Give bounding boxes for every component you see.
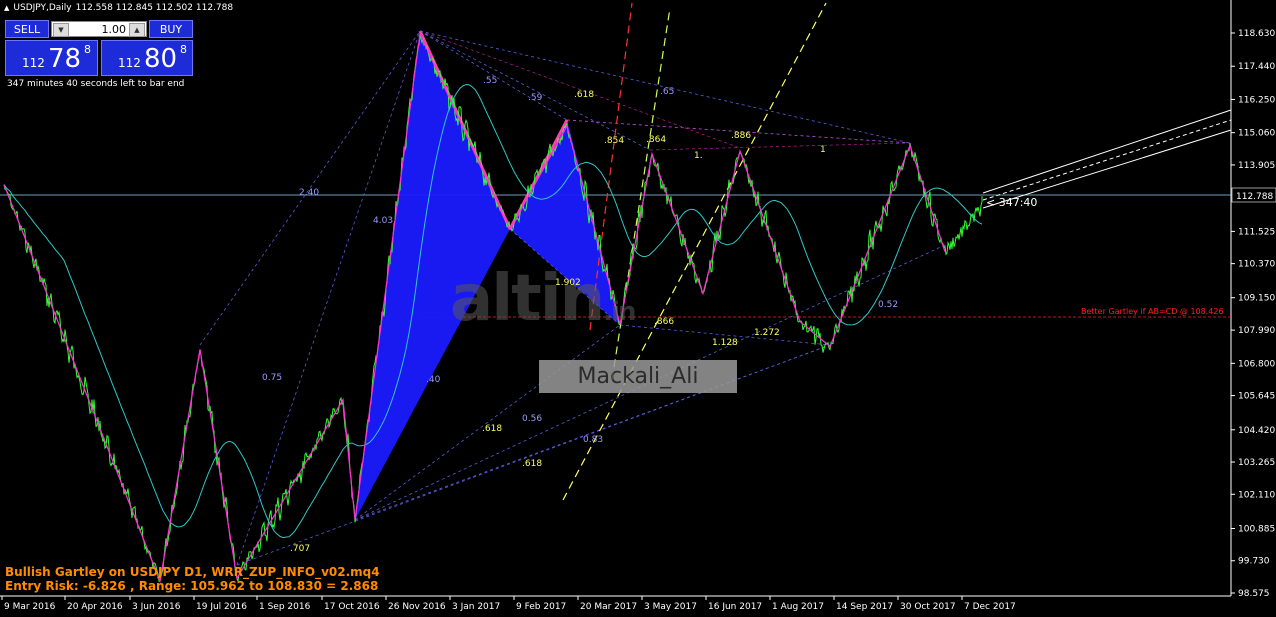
sell-price-box[interactable]: 112 78 8 <box>5 40 98 76</box>
time-tick-label: 9 Feb 2017 <box>516 602 566 612</box>
fib-ratio-label: .854 <box>604 136 624 146</box>
fib-ratio-label: 1.128 <box>712 338 738 348</box>
fib-ratio-label: 4.03 <box>373 216 393 226</box>
price-tick-label: 102.110 <box>1238 490 1275 500</box>
fib-ratio-label: 0.52 <box>878 300 898 310</box>
price-tick-label: 107.990 <box>1238 326 1275 336</box>
time-tick-label: 17 Oct 2016 <box>324 602 380 612</box>
price-tick-label: 99.730 <box>1238 557 1270 567</box>
fib-ratio-label: 2.40 <box>299 188 319 198</box>
time-tick-labels: 9 Mar 2016 20 Apr 2016 3 Jun 2016 19 Jul 20… <box>1 596 1016 612</box>
time-tick-label: 19 Jul 2016 <box>196 602 247 612</box>
fib-ratio-label: 0.75 <box>262 373 282 383</box>
channel-upper <box>982 109 1232 194</box>
price-tick-label: 98.575 <box>1238 589 1270 599</box>
fib-fan-line-1 <box>562 2 827 501</box>
channel-mid <box>982 119 1232 201</box>
time-tick-label: 26 Nov 2016 <box>388 602 446 612</box>
buy-price-box[interactable]: 112 80 8 <box>101 40 193 76</box>
pattern-info: Bullish Gartley on USDJPY D1, WRR_ZUP_IN… <box>5 565 380 593</box>
price-tick-label: 113.905 <box>1238 161 1275 171</box>
bar-countdown: < 347:40 <box>986 196 1037 209</box>
fib-ratio-label: .618 <box>522 459 542 469</box>
fib-ratio-label: 0.56 <box>522 414 542 424</box>
fib-ratio-label: .59 <box>528 93 543 103</box>
time-tick-label: 3 May 2017 <box>644 602 697 612</box>
lot-size-field[interactable]: ▼ 1.00 ▲ <box>51 21 147 37</box>
fib-ratio-label: 1 <box>820 145 826 155</box>
chart-header: ▲ USDJPY,Daily 112.558 112.845 112.502 1… <box>4 3 233 13</box>
target-label: Better Gartley if AB=CD @ 108.426 <box>1081 307 1224 316</box>
price-tick-label: 105.645 <box>1238 392 1275 402</box>
time-tick-label: 20 Apr 2016 <box>67 602 123 612</box>
fib-ratio-label: .40 <box>426 375 441 385</box>
time-tick-label: 3 Jan 2017 <box>452 602 500 612</box>
price-tick-label: 115.060 <box>1238 129 1275 139</box>
price-tick-labels: 98.575 99.730 100.885 102.110 103.265 104.420… <box>1231 29 1275 599</box>
time-tick-label: 3 Jun 2016 <box>132 602 181 612</box>
time-tick-label: 14 Sep 2017 <box>836 602 893 612</box>
watermark-logo-text: altin <box>450 262 605 336</box>
fib-ratio-label: .618 <box>482 424 502 434</box>
collapse-triangle-icon[interactable]: ▲ <box>4 4 9 12</box>
price-tick-label: 100.885 <box>1238 524 1275 534</box>
price-tick-label: 110.370 <box>1238 260 1275 270</box>
sell-price-sup: 8 <box>84 43 91 56</box>
price-tick-label: 111.525 <box>1238 227 1275 237</box>
price-tick-label: 118.630 <box>1238 29 1275 39</box>
fib-ratio-label: 1. <box>694 151 703 161</box>
price-tick-label: 117.440 <box>1238 62 1275 72</box>
time-tick-label: 9 Mar 2016 <box>4 602 56 612</box>
buy-price-sup: 8 <box>180 43 187 56</box>
buy-price-big: 80 <box>144 44 178 74</box>
time-tick-label: 30 Oct 2017 <box>900 602 956 612</box>
fib-ratio-label: .618 <box>574 90 594 100</box>
pattern-info-line2: Entry Risk: -6.826 , Range: 105.962 to 1… <box>5 579 379 593</box>
price-tick-label: 116.250 <box>1238 95 1275 105</box>
watermark-logo: altin.in <box>450 262 637 336</box>
time-tick-label: 20 Mar 2017 <box>580 602 637 612</box>
price-chart: 98.575 99.730 100.885 102.110 103.265 104.420… <box>0 0 1276 612</box>
fib-ratio-label: .55 <box>483 76 497 86</box>
buy-button[interactable]: BUY <box>149 20 193 38</box>
symbol-timeframe: USDJPY,Daily <box>13 3 72 13</box>
pattern-info-line1: Bullish Gartley on USDJPY D1, WRR_ZUP_IN… <box>5 565 380 579</box>
price-tick-label: 103.265 <box>1238 458 1275 468</box>
sell-button[interactable]: SELL <box>5 20 49 38</box>
fib-ratio-label: .866 <box>654 317 674 327</box>
fib-ratio-label: 0.83 <box>583 435 603 445</box>
lot-increase-icon[interactable]: ▲ <box>129 23 145 37</box>
time-tick-label: 1 Aug 2017 <box>772 602 824 612</box>
fib-ratio-label: .886 <box>731 131 751 141</box>
buy-price-prefix: 112 <box>118 56 141 70</box>
time-tick-label: 16 Jun 2017 <box>708 602 762 612</box>
price-tick-label: 109.150 <box>1238 294 1275 304</box>
sell-price-prefix: 112 <box>22 56 45 70</box>
bar-timer-text: 347 minutes 40 seconds left to bar end <box>7 79 185 89</box>
fib-ratio-label: .707 <box>290 544 310 554</box>
watermark-logo-sub: .in <box>603 297 636 327</box>
current-price-label: 112.788 <box>1236 192 1273 202</box>
time-tick-label: 1 Sep 2016 <box>259 602 311 612</box>
time-tick-label: 7 Dec 2017 <box>964 602 1016 612</box>
ohlc-values: 112.558 112.845 112.502 112.788 <box>75 3 234 13</box>
lot-size-value[interactable]: 1.00 <box>102 23 127 36</box>
fib-ratio-label: 1.272 <box>754 328 780 338</box>
price-tick-label: 106.800 <box>1238 359 1275 369</box>
price-tick-label: 104.420 <box>1238 426 1275 436</box>
fib-ratio-label: .65 <box>660 87 674 97</box>
watermark-user: Mackali_Ali <box>539 360 737 393</box>
one-click-trading-panel: SELL ▼ 1.00 ▲ BUY 112 78 8 112 80 8 <box>5 20 193 77</box>
lot-decrease-icon[interactable]: ▼ <box>53 23 69 37</box>
sell-price-big: 78 <box>48 44 82 74</box>
fib-ratio-label: .864 <box>646 135 666 145</box>
